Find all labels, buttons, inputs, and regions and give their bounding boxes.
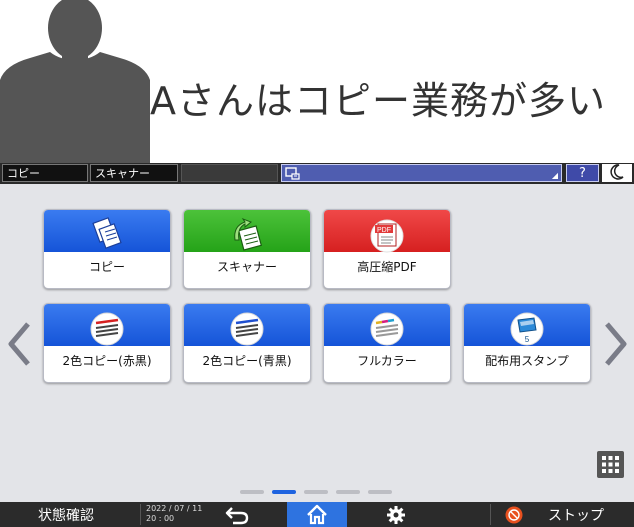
status-check-button[interactable]: 状態確認 — [38, 505, 94, 525]
chevron-right-icon[interactable] — [603, 321, 629, 367]
tile-two-color-copy-red-black[interactable]: 2色コピー(赤黒) — [43, 303, 171, 383]
tile-label: 2色コピー(青黒) — [202, 354, 292, 368]
copy-icon — [92, 217, 122, 249]
page-dot[interactable] — [304, 490, 328, 494]
page-dot[interactable] — [336, 490, 360, 494]
gear-icon[interactable] — [386, 505, 406, 525]
dropdown-corner-icon: ◢ — [551, 171, 558, 180]
moon-button[interactable] — [602, 164, 632, 182]
two-color-copy-icon — [230, 312, 264, 346]
svg-text:5: 5 — [525, 335, 530, 344]
tile-label: 高圧縮PDF — [357, 260, 417, 274]
person-silhouette-icon — [0, 0, 150, 163]
scanner-icon — [234, 217, 263, 251]
bottom-bar: 状態確認 2022 / 07 / 11 20 : 00 ストップ — [0, 502, 634, 527]
tile-scanner[interactable]: スキャナー — [183, 209, 311, 289]
app-selector[interactable]: ◢ — [281, 164, 562, 182]
time: 20 : 00 — [146, 514, 175, 523]
tile-two-color-copy-blue-black[interactable]: 2色コピー(青黒) — [183, 303, 311, 383]
pdf-icon: PDF — [370, 219, 404, 253]
stop-button[interactable]: ストップ — [548, 505, 604, 525]
tab-blank[interactable] — [181, 164, 278, 182]
tile-label: 配布用スタンプ — [485, 354, 569, 368]
stop-icon[interactable] — [505, 506, 523, 524]
tile-full-color[interactable]: フルカラー — [323, 303, 451, 383]
top-bar: コピー スキャナー ◢ ? — [0, 163, 634, 184]
page-dot[interactable] — [368, 490, 392, 494]
tile-copy[interactable]: コピー — [43, 209, 171, 289]
two-color-copy-icon — [90, 312, 124, 346]
tab-scanner[interactable]: スキャナー — [90, 164, 178, 182]
home-icon — [307, 504, 327, 525]
home-button[interactable] — [287, 502, 347, 527]
apps-grid-icon — [602, 456, 619, 473]
date: 2022 / 07 / 11 — [146, 504, 203, 513]
page-dot-active[interactable] — [272, 490, 296, 494]
banner: Aさんはコピー業務が多い — [0, 0, 634, 163]
headline: Aさんはコピー業務が多い — [150, 79, 606, 123]
tile-compressed-pdf[interactable]: PDF 高圧縮PDF — [323, 209, 451, 289]
help-button[interactable]: ? — [566, 164, 599, 182]
tile-label: フルカラー — [357, 354, 417, 368]
back-icon[interactable] — [225, 505, 249, 525]
datetime: 2022 / 07 / 11 20 : 00 — [146, 504, 202, 524]
document-monitor-icon — [285, 167, 300, 180]
tile-label: スキャナー — [216, 260, 277, 274]
stamp-icon: 5 — [510, 312, 544, 346]
printer-home-screen: コピー スキャナー ◢ ? コピー スキャナー PDF 高圧縮PDF 2色コピー… — [0, 163, 634, 527]
tab-copy[interactable]: コピー — [2, 164, 88, 182]
moon-icon — [610, 164, 624, 180]
tile-label: コピー — [88, 260, 125, 274]
tile-distribution-stamp[interactable]: 5 配布用スタンプ — [463, 303, 591, 383]
tile-label: 2色コピー(赤黒) — [62, 354, 152, 368]
chevron-left-icon[interactable] — [6, 321, 32, 367]
svg-text:PDF: PDF — [377, 227, 391, 234]
apps-grid-button[interactable] — [597, 451, 624, 478]
full-color-icon — [370, 312, 404, 346]
page-dot[interactable] — [240, 490, 264, 494]
